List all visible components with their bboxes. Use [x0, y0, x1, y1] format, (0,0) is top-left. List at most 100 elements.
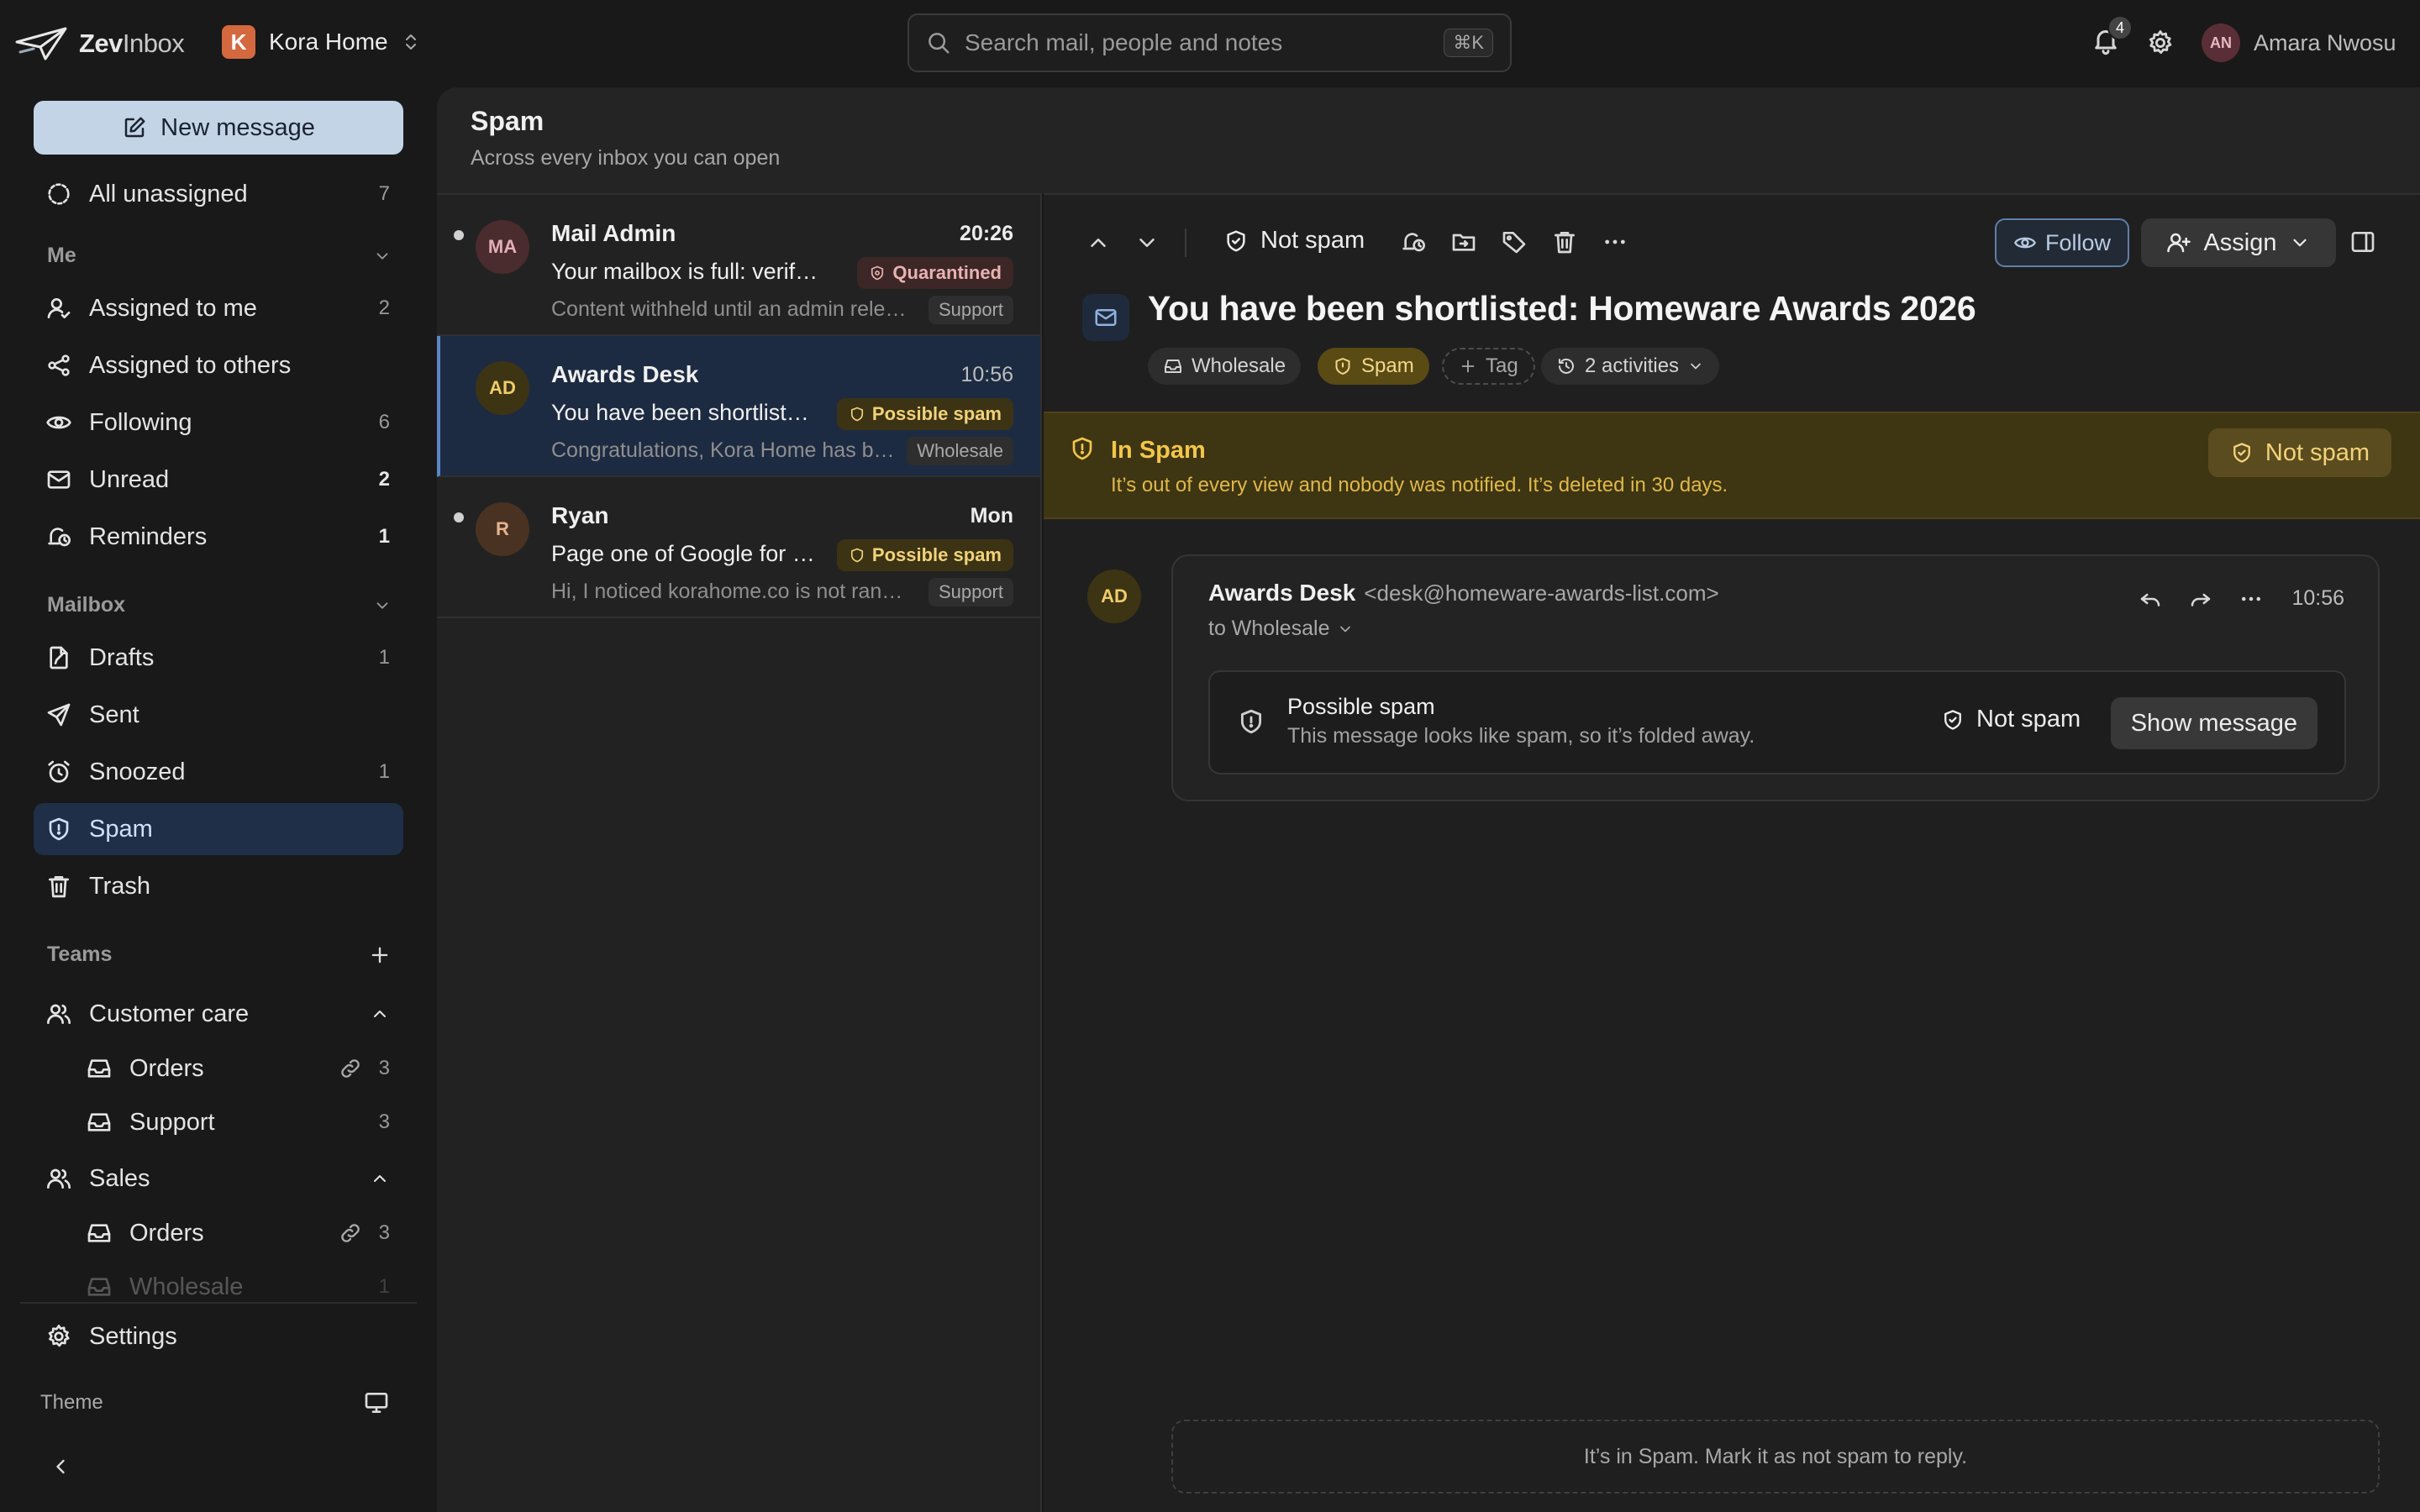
section-label: Mailbox [47, 593, 126, 617]
theme-label: Theme [40, 1391, 103, 1414]
reply-button[interactable] [2138, 586, 2163, 612]
next-thread-button[interactable] [1134, 230, 1160, 255]
sender-email: <desk@homeware-awards-list.com> [1364, 580, 1719, 606]
team-inbox-orders[interactable]: Orders 3 [74, 1043, 403, 1094]
sidebar-item-following[interactable]: Following 6 [34, 396, 403, 449]
banner-text: It’s out of every view and nobody was no… [1111, 474, 1728, 496]
badge-label: Possible spam [871, 403, 1002, 424]
sidebar-item-settings[interactable]: Settings [34, 1310, 403, 1362]
sidebar-item-drafts[interactable]: Drafts 1 [34, 632, 403, 684]
notifications-button[interactable]: 4 [2091, 15, 2133, 55]
avatar: R [476, 502, 529, 556]
shield-icon [871, 265, 884, 281]
sidebar-item-count: 6 [378, 411, 390, 433]
sidebar-item-unread[interactable]: Unread 2 [34, 454, 403, 506]
section-label: Me [47, 244, 76, 267]
sidebar-item-sent[interactable]: Sent [34, 689, 403, 741]
message-card: Awards Desk <desk@homeware-awards-list.co… [1171, 554, 2380, 801]
remind-button[interactable] [1400, 228, 1427, 255]
inbox-count: 3 [378, 1221, 390, 1244]
chevron-down-icon [376, 601, 388, 609]
add-tag-chip[interactable]: Tag [1442, 348, 1535, 385]
section-label: Teams [47, 942, 113, 966]
thread-row[interactable]: R Ryan Mon Page one of Google for koraho… [437, 477, 1040, 618]
thread-row[interactable]: MA Mail Admin 20:26 Your mailbox is full… [437, 195, 1040, 336]
spam-chip[interactable]: Spam [1318, 348, 1429, 385]
thread-row-selected[interactable]: AD Awards Desk 10:56 You have been short… [437, 336, 1040, 477]
team-inbox-support[interactable]: Support 3 [74, 1097, 403, 1147]
quarantined-badge: Quarantined [857, 257, 1013, 289]
section-mailbox-header[interactable]: Mailbox [47, 593, 392, 617]
search-shortcut: ⌘K [1444, 29, 1493, 57]
show-message-button[interactable]: Show message [2110, 697, 2317, 749]
sidebar-item-reminders[interactable]: Reminders 1 [34, 511, 403, 563]
thread-preview: Congratulations, Kora Home has been shor… [551, 438, 896, 462]
plus-icon[interactable] [368, 943, 392, 967]
inbox-chip[interactable]: Wholesale [1148, 348, 1302, 385]
chevron-down-icon [2292, 239, 2307, 247]
spam-notice: Possible spam This message looks like sp… [1208, 670, 2346, 774]
follow-button[interactable]: Follow [1995, 218, 2129, 267]
settings-button[interactable] [2146, 29, 2175, 57]
new-message-button[interactable]: New message [34, 101, 403, 155]
sidebar-item-snoozed[interactable]: Snoozed 1 [34, 746, 403, 798]
thread-subject: Your mailbox is full: verify your accoun… [551, 259, 829, 284]
section-me-header[interactable]: Me [47, 244, 392, 268]
inbox-tag: Wholesale [907, 437, 1013, 465]
more-actions-button[interactable] [1602, 228, 1628, 255]
search-input[interactable] [965, 29, 1431, 56]
search-bar[interactable]: ⌘K [908, 13, 1512, 72]
team-sales[interactable]: Sales [34, 1152, 403, 1205]
notifications-count: 4 [2107, 15, 2133, 40]
tag-button[interactable] [1501, 228, 1528, 255]
sidebar-item-assigned-to-me[interactable]: Assigned to me 2 [34, 282, 403, 334]
user-avatar: AN [2202, 24, 2240, 62]
sidebar-item-all-unassigned[interactable]: All unassigned 7 [34, 168, 403, 220]
recipient-toggle[interactable]: to Wholesale [1208, 617, 1354, 641]
assign-button[interactable]: Assign [2141, 218, 2336, 267]
inbox-tag: Support [928, 578, 1013, 606]
shield-alert-icon [49, 817, 69, 841]
monitor-icon[interactable] [363, 1389, 390, 1416]
team-inbox-wholesale[interactable]: Wholesale 1 [74, 1262, 403, 1312]
collapse-sidebar-button[interactable] [49, 1455, 72, 1478]
banner-not-spam-button[interactable]: Not spam [2207, 428, 2391, 477]
sidebar-item-trash[interactable]: Trash [34, 860, 403, 912]
share-nodes-icon [48, 354, 70, 376]
team-inbox-orders[interactable]: Orders 3 [74, 1208, 403, 1258]
workspace-switcher[interactable]: K Kora Home [222, 25, 420, 59]
thread-preview: Content withheld until an admin releases… [551, 297, 913, 321]
message-more-button[interactable] [2238, 586, 2264, 612]
inbox-tray-icon [87, 1113, 111, 1131]
thread-sender: Ryan [551, 502, 609, 528]
user-check-icon [47, 298, 71, 318]
trash-icon [49, 876, 69, 898]
delete-button[interactable] [1551, 228, 1578, 255]
forward-button[interactable] [2188, 586, 2213, 612]
message-sender: Awards Desk <desk@homeware-awards-list.co… [1208, 580, 1719, 606]
avatar: MA [476, 220, 529, 274]
notice-not-spam-button[interactable]: Not spam [1941, 706, 2081, 733]
sidebar-item-assigned-to-others[interactable]: Assigned to others [34, 339, 403, 391]
reply-disabled-note: It’s in Spam. Mark it as not spam to rep… [1171, 1420, 2380, 1494]
shield-check-icon [1227, 230, 1245, 251]
thread-sender: Mail Admin [551, 220, 676, 246]
toggle-side-panel-button[interactable] [2349, 228, 2376, 255]
thread-subject-title: You have been shortlisted: Homeware Awar… [1148, 289, 1976, 328]
link-icon [340, 1059, 360, 1078]
move-button[interactable] [1450, 228, 1477, 255]
chevron-up-icon [374, 1175, 386, 1182]
top-bar: ZevInbox K Kora Home ⌘K 4 AN Amara Nwosu [0, 0, 2420, 87]
inbox-tray-icon [87, 1278, 111, 1296]
user-menu[interactable]: AN Amara Nwosu [2202, 24, 2396, 62]
eye-icon [46, 416, 71, 429]
app-logo[interactable]: ZevInbox [15, 24, 185, 64]
bell-clock-icon [48, 528, 71, 547]
team-customer-care[interactable]: Customer care [34, 988, 403, 1040]
not-spam-button[interactable]: Not spam [1223, 227, 1365, 255]
activities-chip[interactable]: 2 activities [1541, 348, 1720, 385]
sidebar-item-spam[interactable]: Spam [34, 803, 403, 855]
envelope-icon [47, 470, 71, 489]
previous-thread-button[interactable] [1086, 230, 1111, 255]
app-name: ZevInbox [79, 29, 185, 58]
